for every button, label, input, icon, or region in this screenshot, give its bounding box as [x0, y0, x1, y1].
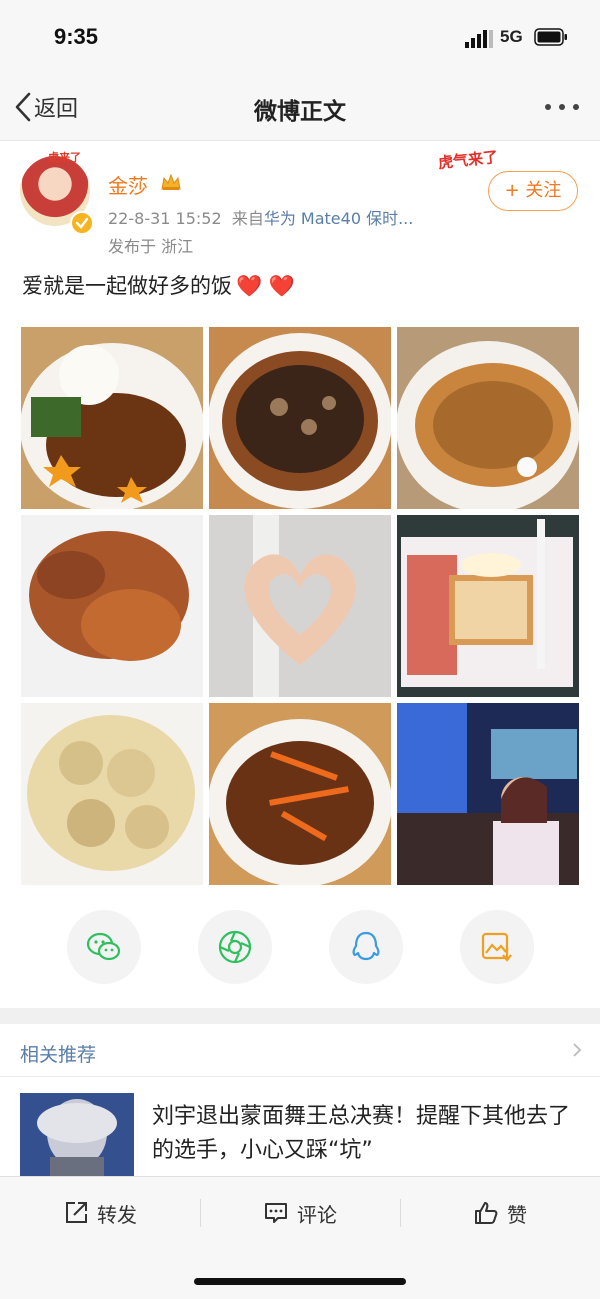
- author-name[interactable]: 金莎: [108, 170, 148, 199]
- like-button[interactable]: 赞: [400, 1177, 600, 1249]
- comment-button[interactable]: 评论: [200, 1177, 400, 1249]
- comment-icon: [265, 1203, 287, 1223]
- repost-icon: [66, 1202, 87, 1223]
- more-options-icon[interactable]: [544, 102, 580, 112]
- post-timestamp: 22-8-31 15:52: [108, 209, 222, 228]
- heart-emoji: ❤️ ❤️: [236, 274, 295, 298]
- post-location: 发布于 浙江: [108, 237, 194, 256]
- photo-woman-aquarium[interactable]: [397, 703, 579, 885]
- source-prefix: 来自: [231, 209, 264, 228]
- recommend-thumbnail: [20, 1093, 134, 1178]
- follow-button[interactable]: + 关注: [488, 171, 578, 211]
- signal-icon: [465, 30, 493, 48]
- post-text: 爱就是一起做好多的饭 ❤️ ❤️: [22, 270, 295, 300]
- photo-fried-tofu[interactable]: [21, 703, 203, 885]
- qq-icon: [352, 931, 380, 961]
- post-body: 爱就是一起做好多的饭: [22, 274, 232, 298]
- photo-pork-carrot[interactable]: [209, 703, 391, 885]
- source-device[interactable]: 华为 Mate40 保时...: [264, 209, 414, 228]
- chevron-right-icon: [573, 1043, 582, 1057]
- author-block: 虎来了 金莎 22-8-31 15:52 来自华为 Mate40 保时... 发…: [0, 141, 600, 261]
- thumbs-up-icon: [475, 1202, 498, 1224]
- repost-label: 转发: [97, 1202, 137, 1227]
- photo-grid: [21, 327, 579, 885]
- share-moments[interactable]: [198, 910, 272, 984]
- bottom-action-bar: 转发 评论 赞: [0, 1176, 600, 1299]
- share-qq[interactable]: [329, 910, 403, 984]
- battery-icon: [534, 28, 567, 46]
- photo-fried-rice[interactable]: [397, 327, 579, 509]
- comment-label: 评论: [297, 1202, 337, 1227]
- page-title: 微博正文: [254, 99, 346, 125]
- share-save-image[interactable]: [460, 910, 534, 984]
- photo-fried-chicken[interactable]: [21, 515, 203, 697]
- photo-hand-heart[interactable]: [209, 515, 391, 697]
- recommend-item-title: 刘宇退出蒙面舞王总决赛！提醒下其他去了的选手，小心又踩“坑”: [152, 1104, 571, 1163]
- photo-toast-breakfast[interactable]: [397, 515, 579, 697]
- save-image-icon: [481, 932, 512, 962]
- recommend-item[interactable]: 刘宇退出蒙面舞王总决赛！提醒下其他去了的选手，小心又踩“坑”: [0, 1078, 600, 1178]
- nav-bar: 返回 微博正文: [0, 74, 600, 141]
- recommend-header[interactable]: 相关推荐: [0, 1024, 600, 1077]
- festive-badge: 虎气来了: [437, 147, 499, 173]
- verified-badge-icon: [70, 211, 94, 235]
- share-row: [0, 910, 600, 990]
- status-bar: 9:35 5G: [0, 0, 600, 74]
- wechat-icon: [86, 932, 121, 961]
- photo-eggplant-plate[interactable]: [209, 327, 391, 509]
- network-type: 5G: [500, 27, 523, 46]
- moments-icon: [218, 930, 252, 964]
- share-wechat[interactable]: [67, 910, 141, 984]
- crown-icon: [161, 173, 181, 190]
- status-time: 9:35: [54, 24, 99, 49]
- repost-button[interactable]: 转发: [0, 1177, 200, 1249]
- home-indicator: [194, 1278, 406, 1285]
- photo-rice-plate[interactable]: [21, 327, 203, 509]
- recommend-title: 相关推荐: [20, 1044, 97, 1066]
- post-meta: 22-8-31 15:52 来自华为 Mate40 保时...: [108, 205, 413, 229]
- section-divider: [0, 1008, 600, 1024]
- like-label: 赞: [507, 1202, 527, 1227]
- avatar-badge: 虎来了: [48, 151, 81, 164]
